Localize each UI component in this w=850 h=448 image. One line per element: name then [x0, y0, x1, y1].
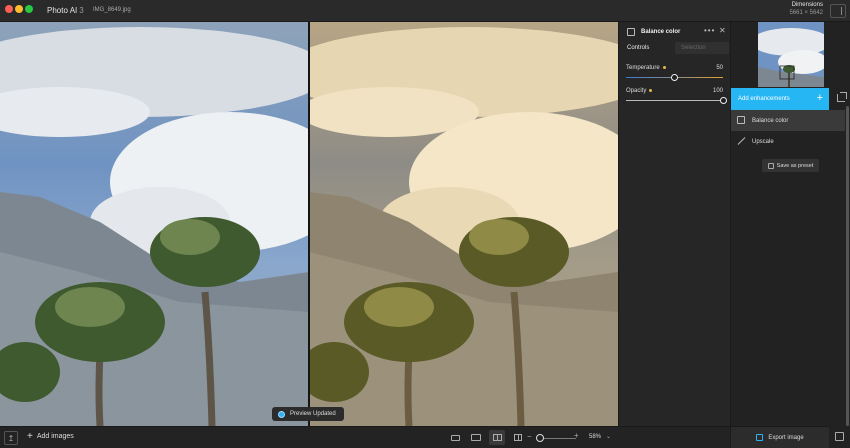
title-bar: Photo AI 3 IMG_8649.jpg Dimensions 5661 ×…: [0, 0, 850, 22]
modified-dot-icon: [649, 88, 653, 92]
opacity-slider-handle[interactable]: [719, 97, 727, 104]
temperature-value[interactable]: 50: [716, 65, 723, 71]
more-options-icon[interactable]: •••: [704, 26, 715, 35]
dimensions-info: Dimensions 5661 × 5642: [789, 2, 823, 16]
chevron-down-icon[interactable]: ⌄: [606, 433, 611, 440]
dimensions-value: 5661 × 5642: [789, 10, 823, 16]
fit-view-button[interactable]: [447, 430, 463, 445]
split-view-button[interactable]: [510, 430, 526, 445]
dimensions-label: Dimensions: [791, 2, 823, 8]
temperature-slider-handle[interactable]: [671, 74, 678, 81]
upscale-icon: [738, 137, 746, 145]
controls-title: Balance color: [641, 29, 681, 35]
controls-header: Balance color ••• ✕: [619, 22, 731, 41]
enhancement-item-balance-color[interactable]: Balance color: [731, 110, 845, 131]
original-image: [0, 22, 309, 426]
opacity-label-text: Opacity: [626, 88, 647, 94]
palm-trees-balanced-picture: [309, 22, 618, 426]
file-name: IMG_8649.jpg: [93, 7, 131, 13]
zoom-in-icon[interactable]: +: [574, 431, 579, 440]
single-view-button[interactable]: [468, 430, 484, 445]
thumbnail-picture: [758, 22, 824, 87]
export-label: Export image: [768, 434, 804, 441]
enhancement-item-upscale[interactable]: Upscale: [731, 131, 845, 152]
close-window-button[interactable]: [5, 5, 13, 13]
navigator-thumbnail[interactable]: [758, 22, 824, 87]
add-enhancements-label: Add enhancements: [738, 96, 790, 102]
palm-trees-original-picture: [0, 22, 309, 426]
balance-color-icon: [627, 28, 635, 36]
tab-controls[interactable]: Controls: [624, 42, 675, 54]
crop-icon[interactable]: [837, 92, 847, 102]
temperature-label: Temperature: [626, 65, 666, 71]
opacity-label: Opacity: [626, 88, 653, 94]
controls-panel: Balance color ••• ✕ Controls Selection T…: [618, 22, 730, 426]
balance-color-icon: [737, 116, 745, 124]
export-image-button[interactable]: Export image: [731, 426, 829, 448]
opacity-slider[interactable]: [626, 100, 723, 101]
side-by-side-view-button[interactable]: [489, 430, 505, 445]
export-settings-icon[interactable]: [835, 432, 844, 441]
single-view-icon: [471, 434, 481, 441]
image-viewer[interactable]: Preview Updated: [0, 22, 618, 426]
modified-dot-icon: [662, 65, 666, 69]
zoom-value[interactable]: 58%: [589, 434, 601, 440]
fit-view-icon: [450, 434, 460, 441]
close-icon[interactable]: ✕: [719, 26, 726, 35]
info-icon: [278, 410, 285, 418]
tab-selection[interactable]: Selection: [675, 42, 729, 54]
zoom-window-button[interactable]: [25, 5, 33, 13]
app-name-text: Photo AI: [47, 6, 78, 15]
add-images-button[interactable]: + Add images: [27, 431, 74, 442]
upload-icon[interactable]: ↥: [4, 431, 18, 445]
panel-scrollbar[interactable]: [846, 106, 849, 426]
comparison-divider[interactable]: [308, 22, 310, 426]
temperature-label-text: Temperature: [626, 65, 660, 71]
save-preset-label: Save as preset: [776, 162, 814, 169]
bottom-toolbar: ↥ + Add images − + 58% ⌄: [0, 426, 730, 448]
preset-icon: [767, 162, 774, 169]
add-enhancements-button[interactable]: Add enhancements +: [731, 88, 829, 110]
preview-updated-toast: Preview Updated: [272, 407, 344, 421]
side-by-side-icon: [492, 434, 502, 441]
zoom-out-icon[interactable]: −: [527, 432, 532, 441]
enhancements-panel: Add enhancements + Balance color Upscale…: [730, 22, 850, 448]
export-icon: [756, 434, 764, 441]
save-as-preset-button[interactable]: Save as preset: [762, 159, 819, 172]
balanced-image: [309, 22, 618, 426]
minimize-window-button[interactable]: [15, 5, 23, 13]
toast-text: Preview Updated: [290, 411, 336, 417]
opacity-value[interactable]: 100: [713, 88, 723, 94]
photo-ai-window: Photo AI 3 IMG_8649.jpg Dimensions 5661 ×…: [0, 0, 850, 448]
plus-icon: +: [816, 92, 823, 104]
app-version: 3: [79, 6, 84, 15]
enhancement-label: Balance color: [752, 117, 789, 124]
panel-toggle-icon[interactable]: [830, 4, 846, 18]
enhancement-label: Upscale: [752, 138, 774, 145]
plus-icon: +: [27, 431, 33, 442]
zoom-slider-handle[interactable]: [536, 434, 544, 442]
controls-tabs: Controls Selection: [624, 42, 729, 54]
split-view-icon: [514, 434, 522, 441]
app-name: Photo AI 3: [47, 6, 84, 15]
add-images-label: Add images: [36, 433, 74, 440]
